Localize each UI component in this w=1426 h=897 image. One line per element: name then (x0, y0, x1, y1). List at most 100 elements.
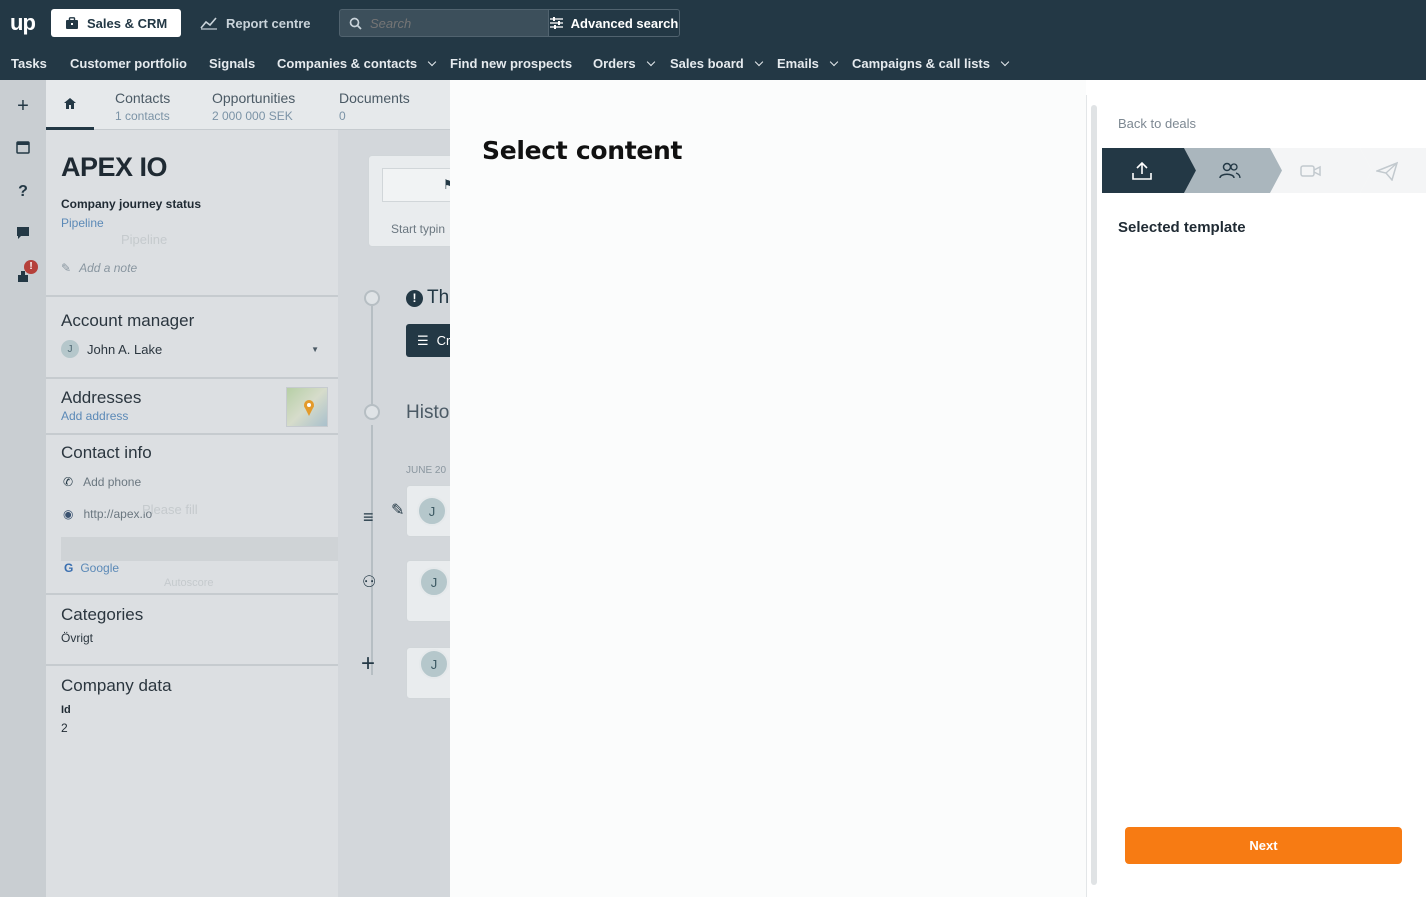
activity-input-card: ⚑ Start typin (368, 155, 450, 247)
phone-icon: ✆ (63, 475, 74, 489)
divider (46, 433, 338, 435)
add-phone[interactable]: ✆ Add phone (63, 475, 141, 489)
send-icon[interactable] (1376, 161, 1398, 181)
add-plus-icon[interactable]: + (361, 650, 375, 678)
notice-row: ! Th (406, 287, 449, 309)
add-contact-icon[interactable]: ⚇ (362, 572, 376, 592)
upsales-logo[interactable]: up (10, 10, 36, 36)
history-date: JUNE 20 (406, 465, 447, 476)
notifications-icon[interactable]: ! (14, 260, 38, 287)
help-icon[interactable]: ? (14, 183, 32, 201)
chat-icon[interactable] (14, 226, 32, 244)
chevron-down-icon (646, 57, 655, 66)
journey-status-value[interactable]: Pipeline (61, 216, 104, 230)
add-phone-label: Add phone (83, 475, 142, 489)
google-link[interactable]: G Google (64, 561, 119, 575)
account-manager-select[interactable]: J John A. Lake ▼ (61, 340, 319, 358)
alert-icon: ! (406, 289, 423, 307)
sliders-icon (549, 17, 563, 29)
filter-icon[interactable]: ≡ (363, 507, 374, 528)
tab-sub: 2 000 000 SEK (212, 109, 293, 123)
id-label: Id (61, 704, 71, 716)
advanced-search-button[interactable]: Advanced search (548, 10, 679, 36)
nav-item-label: Customer portfolio (70, 56, 187, 71)
nav-item-tasks[interactable]: Tasks (11, 56, 47, 71)
search-input[interactable] (340, 10, 548, 36)
calendar-icon[interactable] (14, 140, 32, 158)
nav-item-campaigns-call-lists[interactable]: Campaigns & call lists (852, 56, 1010, 71)
nav-item-label: Orders (593, 56, 636, 71)
nav-item-label: Emails (777, 56, 819, 71)
history-entry[interactable]: J (406, 485, 450, 537)
nav-item-label: Campaigns & call lists (852, 56, 990, 71)
nav-item-signals[interactable]: Signals (209, 56, 255, 71)
nav-item-label: Companies & contacts (277, 56, 418, 71)
sales-crm-button[interactable]: Sales & CRM (51, 9, 182, 37)
background-company-page: + ? ! Contacts 1 contacts Opportunities … (0, 80, 450, 897)
nav-item-emails[interactable]: Emails (777, 56, 839, 71)
edit-icon[interactable]: ✎ (391, 500, 404, 520)
google-ghost-text: Autoscore (164, 577, 214, 589)
upload-icon[interactable] (1131, 161, 1153, 181)
journey-status-label: Company journey status (61, 197, 202, 211)
tab-contacts[interactable]: Contacts 1 contacts (115, 90, 170, 123)
add-address-link[interactable]: Add address (61, 409, 128, 423)
back-to-deals-link[interactable]: Back to deals (1118, 116, 1196, 131)
notification-badge: ! (24, 260, 38, 274)
divider (46, 377, 338, 379)
avatar: J (419, 567, 449, 597)
avatar: J (419, 649, 449, 679)
notice-text: Th (427, 287, 450, 308)
history-entry[interactable]: J (406, 560, 450, 622)
video-icon[interactable] (1300, 161, 1322, 181)
home-icon (64, 98, 76, 109)
next-button[interactable]: Next (1125, 827, 1402, 864)
map-thumbnail[interactable] (286, 387, 328, 427)
tab-sub: 1 contacts (115, 109, 170, 123)
timeline-node (364, 404, 380, 420)
chart-line-icon (200, 17, 217, 30)
activity-input-placeholder[interactable]: Start typin (391, 222, 445, 236)
scrollbar-thumb[interactable] (1091, 105, 1097, 885)
tab-opportunities[interactable]: Opportunities 2 000 000 SEK (212, 90, 295, 123)
modal-title: Select content (482, 136, 683, 165)
history-entry[interactable]: J (406, 647, 450, 699)
modal-scrollbar[interactable] (1086, 95, 1102, 897)
nav-item-orders[interactable]: Orders (593, 56, 655, 71)
report-centre-button[interactable]: Report centre (186, 9, 325, 37)
left-rail: + ? ! (0, 80, 46, 897)
nav-item-customer-portfolio[interactable]: Customer portfolio (70, 56, 187, 71)
contact-info-title: Contact info (61, 443, 152, 462)
map-pin-icon (304, 400, 314, 416)
addresses-title: Addresses (61, 388, 142, 407)
sales-crm-label: Sales & CRM (87, 15, 168, 31)
plus-icon[interactable]: + (14, 96, 32, 116)
tab-home[interactable] (46, 80, 94, 130)
nav-item-sales-board[interactable]: Sales board (670, 56, 763, 71)
flag-icon: ⚑ (443, 177, 450, 192)
chevron-down-icon (754, 57, 763, 66)
timeline-line (371, 425, 373, 675)
nav-item-find-new-prospects[interactable]: Find new prospects (450, 56, 572, 71)
tab-sub: 0 (339, 109, 346, 123)
id-value: 2 (61, 721, 68, 735)
add-note-label: Add a note (79, 261, 138, 275)
tab-documents[interactable]: Documents 0 (339, 90, 410, 123)
wizard-sidebar: Back to deals Selected template Next (1102, 80, 1426, 897)
tab-label: Opportunities (212, 90, 296, 106)
add-note[interactable]: ✎ Add a note (61, 261, 137, 275)
divider (46, 593, 338, 595)
nav-item-label: Signals (209, 56, 256, 71)
website-link[interactable]: ◉ http://apex.io (63, 507, 152, 521)
activity-type-button[interactable]: ⚑ (382, 168, 450, 202)
main-navigation: Tasks Customer portfolio Signals Compani… (0, 46, 1426, 80)
company-data-title: Company data (61, 676, 172, 695)
tab-label: Contacts (115, 90, 171, 106)
users-icon[interactable] (1219, 161, 1241, 181)
select-content-panel: Select content (450, 80, 1086, 897)
nav-item-companies-contacts[interactable]: Companies & contacts (277, 56, 437, 71)
avatar: J (417, 496, 447, 526)
create-button[interactable]: ☰ Cr (406, 324, 450, 357)
google-label: Google (80, 561, 120, 575)
divider (46, 295, 338, 297)
